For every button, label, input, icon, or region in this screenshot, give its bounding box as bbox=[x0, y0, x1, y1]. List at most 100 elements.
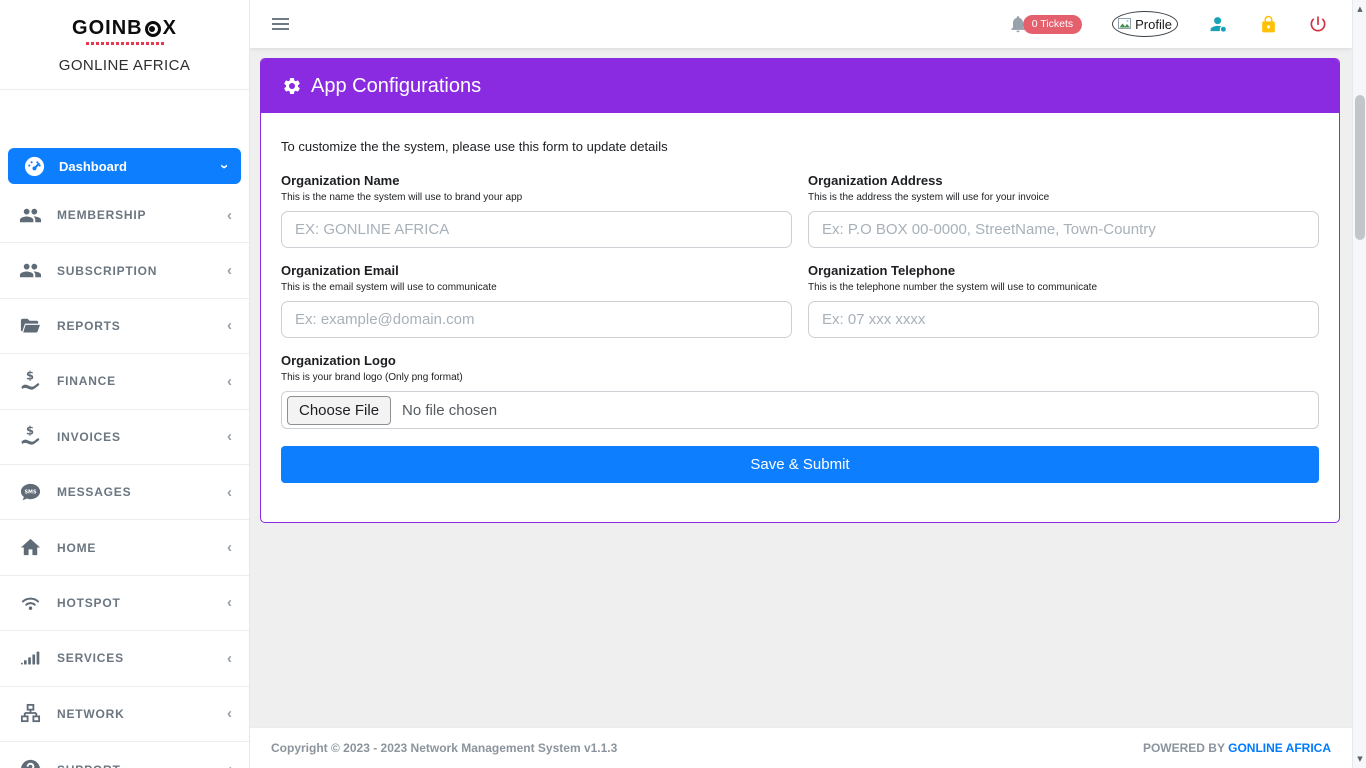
scroll-down-arrow-icon[interactable]: ▼ bbox=[1353, 752, 1366, 766]
page-title: App Configurations bbox=[311, 75, 481, 98]
sidebar-item-label: INVOICES bbox=[57, 430, 121, 444]
sidebar-item-label: HOME bbox=[57, 541, 96, 555]
organization-email-input[interactable] bbox=[281, 301, 792, 338]
organization-name-input[interactable] bbox=[281, 211, 792, 248]
sidebar-item-reports[interactable]: REPORTS ‹ bbox=[0, 299, 249, 354]
app-config-form: Organization Name This is the name the s… bbox=[281, 158, 1319, 483]
gear-icon bbox=[282, 76, 302, 96]
chevron-left-icon: ‹ bbox=[227, 485, 232, 500]
sidebar-item-services[interactable]: SERVICES ‹ bbox=[0, 631, 249, 686]
sidebar-item-label: SUPPORT bbox=[57, 763, 121, 768]
field-organization-email: Organization Email This is the email sys… bbox=[281, 263, 792, 338]
sidebar-item-hotspot[interactable]: HOTSPOT ‹ bbox=[0, 576, 249, 631]
field-helper: This is the telephone number the system … bbox=[808, 282, 1319, 293]
users-manage-button[interactable] bbox=[1208, 14, 1229, 35]
profile-avatar[interactable]: Profile bbox=[1112, 11, 1178, 37]
file-status-text: No file chosen bbox=[402, 402, 497, 419]
sidebar-item-label: FINANCE bbox=[57, 374, 116, 388]
users-icon bbox=[19, 259, 42, 282]
sidebar-item-dashboard[interactable]: Dashboard ‹ bbox=[8, 148, 241, 184]
sidebar-item-label: SERVICES bbox=[57, 651, 124, 665]
logo-file-input[interactable]: Choose File No file chosen bbox=[281, 391, 1319, 429]
topbar: 0 Tickets Profile bbox=[250, 0, 1352, 48]
brand-logo: GOINB X GONLINE AFRICA bbox=[0, 0, 249, 90]
field-helper: This is the name the system will use to … bbox=[281, 192, 792, 203]
wifi-icon bbox=[19, 591, 42, 614]
hand-dollar-icon: $ bbox=[19, 425, 42, 448]
save-submit-button[interactable]: Save & Submit bbox=[281, 446, 1319, 483]
sidebar-item-label: NETWORK bbox=[57, 707, 125, 721]
field-helper: This is the email system will use to com… bbox=[281, 282, 792, 293]
user-clock-icon bbox=[1208, 14, 1229, 35]
organization-address-input[interactable] bbox=[808, 211, 1319, 248]
sidebar-item-label: MESSAGES bbox=[57, 485, 131, 499]
sidebar-item-finance[interactable]: $ FINANCE ‹ bbox=[0, 354, 249, 409]
users-icon bbox=[19, 204, 42, 227]
hamburger-menu-icon[interactable] bbox=[272, 15, 289, 33]
sidebar-item-label: MEMBERSHIP bbox=[57, 208, 146, 222]
signal-bars-icon bbox=[19, 647, 42, 670]
sidebar-item-label: HOTSPOT bbox=[57, 596, 121, 610]
logo-tagline bbox=[86, 42, 164, 45]
chevron-left-icon: ‹ bbox=[227, 651, 232, 666]
chevron-left-icon: ‹ bbox=[227, 374, 232, 389]
page-scrollbar[interactable]: ▲ ▼ bbox=[1352, 0, 1366, 768]
chevron-left-icon: ‹ bbox=[227, 429, 232, 444]
svg-text:$: $ bbox=[26, 425, 34, 438]
field-organization-logo: Organization Logo This is your brand log… bbox=[281, 353, 1319, 429]
logout-button[interactable] bbox=[1308, 14, 1328, 34]
home-icon bbox=[19, 536, 42, 559]
sidebar-item-invoices[interactable]: $ INVOICES ‹ bbox=[0, 410, 249, 465]
chevron-left-icon: ‹ bbox=[227, 762, 232, 768]
sidebar-item-network[interactable]: NETWORK ‹ bbox=[0, 687, 249, 742]
sidebar-item-messages[interactable]: SMS MESSAGES ‹ bbox=[0, 465, 249, 520]
sms-icon: SMS bbox=[19, 481, 42, 504]
broken-image-icon bbox=[1118, 18, 1133, 31]
chevron-left-icon: ‹ bbox=[227, 540, 232, 555]
tickets-badge[interactable]: 0 Tickets bbox=[1023, 15, 1082, 34]
hand-dollar-icon: $ bbox=[19, 370, 42, 393]
powered-by-label: POWERED BY bbox=[1143, 741, 1225, 755]
chevron-left-icon: ‹ bbox=[227, 263, 232, 278]
logo-text-left: GOINB bbox=[72, 17, 143, 40]
sidebar-item-label: REPORTS bbox=[57, 319, 121, 333]
card-body: To customize the the system, please use … bbox=[261, 113, 1339, 483]
power-icon bbox=[1308, 14, 1328, 34]
sidebar-item-label: Dashboard bbox=[59, 159, 127, 174]
logo-o-icon bbox=[145, 21, 161, 37]
field-label: Organization Address bbox=[808, 173, 1319, 188]
choose-file-button[interactable]: Choose File bbox=[287, 396, 391, 425]
logo-text-right: X bbox=[163, 17, 177, 40]
form-intro: To customize the the system, please use … bbox=[281, 139, 1319, 154]
sidebar: GOINB X GONLINE AFRICA Dashboard ‹ MEMBER… bbox=[0, 0, 250, 768]
submit-row: Save & Submit bbox=[281, 429, 1319, 483]
speedometer-icon bbox=[23, 155, 46, 178]
footer: Copyright © 2023 - 2023 Network Manageme… bbox=[250, 727, 1352, 768]
brand-name: GONLINE AFRICA bbox=[0, 57, 249, 74]
svg-text:SMS: SMS bbox=[24, 489, 37, 495]
sidebar-nav: MEMBERSHIP ‹ SUBSCRIPTION ‹ REPORTS ‹ $ … bbox=[0, 188, 249, 768]
chevron-left-icon: ‹ bbox=[227, 706, 232, 721]
sidebar-item-home[interactable]: HOME ‹ bbox=[0, 520, 249, 575]
chevron-left-icon: ‹ bbox=[227, 208, 232, 223]
field-organization-telephone: Organization Telephone This is the telep… bbox=[808, 263, 1319, 338]
lock-icon bbox=[1259, 15, 1278, 34]
app-config-card: App Configurations To customize the the … bbox=[260, 58, 1340, 523]
sidebar-item-subscription[interactable]: SUBSCRIPTION ‹ bbox=[0, 243, 249, 298]
lock-button[interactable] bbox=[1259, 15, 1278, 34]
card-header: App Configurations bbox=[261, 59, 1339, 113]
field-helper: This is your brand logo (Only png format… bbox=[281, 372, 1319, 383]
field-organization-name: Organization Name This is the name the s… bbox=[281, 173, 792, 248]
scroll-up-arrow-icon[interactable]: ▲ bbox=[1353, 2, 1366, 16]
sidebar-item-membership[interactable]: MEMBERSHIP ‹ bbox=[0, 188, 249, 243]
organization-telephone-input[interactable] bbox=[808, 301, 1319, 338]
field-label: Organization Email bbox=[281, 263, 792, 278]
scrollbar-thumb[interactable] bbox=[1355, 95, 1365, 240]
chevron-down-icon: ‹ bbox=[221, 159, 226, 174]
tickets-notification[interactable]: 0 Tickets bbox=[1008, 14, 1082, 34]
powered-by-link[interactable]: GONLINE AFRICA bbox=[1228, 741, 1331, 755]
sidebar-item-support[interactable]: SUPPORT ‹ bbox=[0, 742, 249, 768]
logo-text: GOINB X bbox=[0, 17, 249, 40]
sitemap-icon bbox=[19, 702, 42, 725]
profile-label: Profile bbox=[1135, 17, 1172, 32]
